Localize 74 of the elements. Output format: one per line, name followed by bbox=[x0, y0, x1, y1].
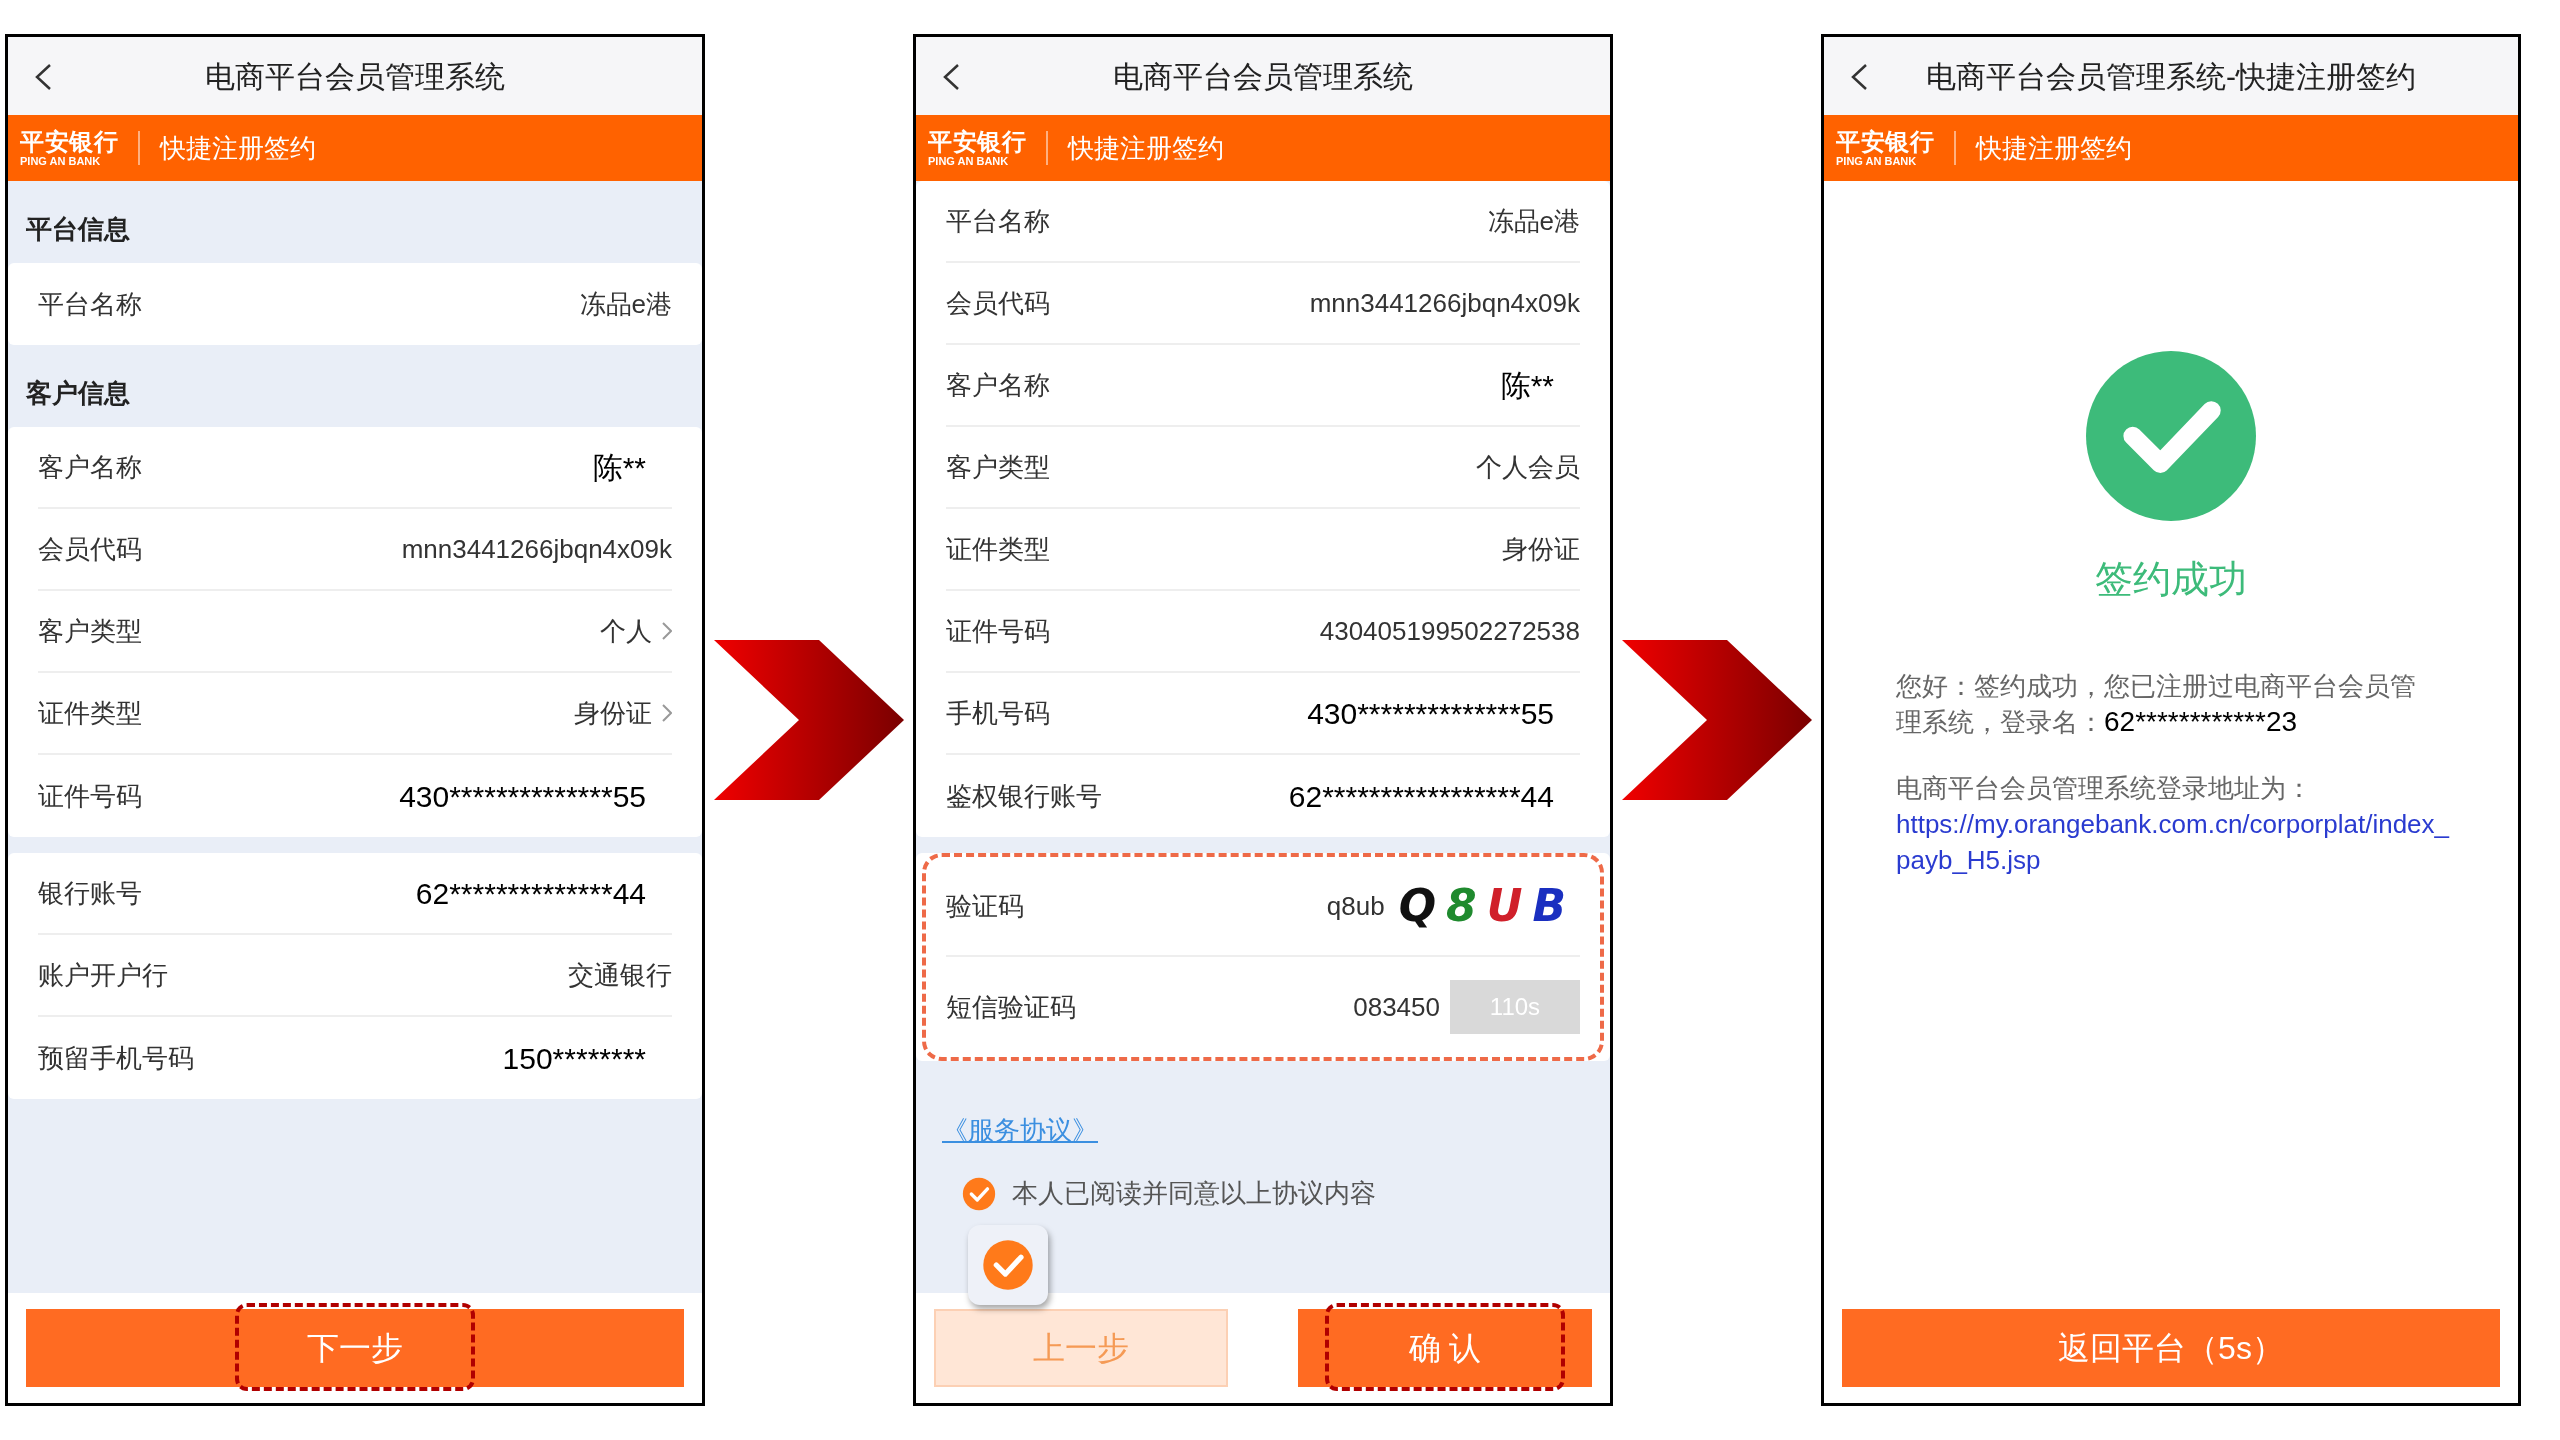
row-label: 预留手机号码 bbox=[38, 1041, 194, 1075]
row-label: 客户类型 bbox=[946, 450, 1050, 484]
bank-logo-subtext: PING AN BANK bbox=[20, 155, 102, 167]
row-label: 会员代码 bbox=[946, 286, 1050, 320]
check-icon[interactable] bbox=[982, 1239, 1034, 1291]
back-icon[interactable] bbox=[34, 63, 52, 91]
row-value: 冻品e港 bbox=[1487, 204, 1580, 238]
primary-button[interactable]: 返回平台（5s） bbox=[1842, 1309, 2500, 1387]
banner-title: 快捷注册签约 bbox=[1068, 131, 1225, 165]
row-label: 银行账号 bbox=[38, 876, 142, 910]
banner-title: 快捷注册签约 bbox=[1976, 131, 2133, 165]
checkbox[interactable] bbox=[962, 1176, 996, 1211]
row-value: 62**************44 bbox=[415, 875, 646, 912]
captcha-character: B bbox=[1532, 884, 1566, 928]
row-label: 客户名称 bbox=[946, 368, 1050, 402]
row-label: 鉴权银行账号 bbox=[946, 779, 1102, 813]
row-label: 账户开户行 bbox=[38, 958, 168, 992]
row-value: 430**************55 bbox=[1307, 695, 1554, 732]
banner-title: 快捷注册签约 bbox=[160, 131, 317, 165]
row-value: 430**************55 bbox=[399, 778, 646, 815]
bank-logo-text: 平安银行 bbox=[928, 129, 1027, 154]
row-label: 短信验证码 bbox=[946, 990, 1076, 1024]
row-label: 证件类型 bbox=[946, 532, 1050, 566]
address-label: 电商平台会员管理系统登录地址为： bbox=[1896, 772, 2313, 805]
chevron-right-icon[interactable] bbox=[662, 622, 672, 640]
row-label: 会员代码 bbox=[38, 532, 142, 566]
bank-logo-text: 平安银行 bbox=[1836, 129, 1935, 154]
row-value: 陈** bbox=[1500, 367, 1554, 404]
row-value: q8ub bbox=[1326, 889, 1385, 923]
row-value: 150******** bbox=[502, 1040, 646, 1077]
row-label: 平台名称 bbox=[946, 204, 1050, 238]
row-label: 客户类型 bbox=[38, 614, 142, 648]
row-label: 手机号码 bbox=[946, 696, 1050, 730]
back-icon[interactable] bbox=[942, 63, 960, 91]
captcha-character: U bbox=[1486, 884, 1523, 928]
row-value: 个人会员 bbox=[1476, 450, 1580, 484]
previous-button[interactable]: 上一步 bbox=[934, 1309, 1228, 1387]
window-title: 电商平台会员管理系统 bbox=[1113, 58, 1413, 95]
captcha-character: 8 bbox=[1446, 884, 1477, 928]
section-heading: 客户信息 bbox=[26, 376, 130, 410]
row-value: 交通银行 bbox=[568, 958, 672, 992]
bank-logo-text: 平安银行 bbox=[20, 129, 119, 154]
captcha-character: Q bbox=[1398, 884, 1437, 928]
row-value: 冻品e港 bbox=[579, 287, 672, 321]
row-label: 验证码 bbox=[946, 889, 1024, 923]
login-url-link[interactable]: https://my.orangebank.com.cn/corporplat/index_payb_H5.jsp bbox=[1896, 806, 2456, 878]
service-agreement-link[interactable]: 《服务协议》 bbox=[942, 1111, 1098, 1150]
success-message: 您好：签约成功，您已注册过电商平台会员管理系统，登录名：62************23 bbox=[1896, 670, 2417, 739]
row-value: 身份证 bbox=[1502, 532, 1580, 566]
chevron-arrow-icon bbox=[1622, 640, 1812, 800]
row-value: 430405199502272538 bbox=[1319, 614, 1580, 648]
row-label: 平台名称 bbox=[38, 287, 142, 321]
row-label: 证件类型 bbox=[38, 696, 142, 730]
row-value: 62*****************44 bbox=[1288, 778, 1554, 815]
row-value: mnn3441266jbqn4x09k bbox=[401, 532, 672, 566]
success-check-icon bbox=[2086, 351, 2256, 521]
section-heading: 平台信息 bbox=[26, 212, 130, 246]
agreement-text: 本人已阅读并同意以上协议内容 bbox=[1012, 1177, 1376, 1210]
chevron-arrow-icon bbox=[714, 640, 904, 800]
window-title: 电商平台会员管理系统 bbox=[205, 58, 505, 95]
row-value: 083450 bbox=[1353, 990, 1440, 1024]
row-label: 客户名称 bbox=[38, 450, 142, 484]
row-value: 身份证 bbox=[574, 696, 652, 730]
row-value: 陈** bbox=[592, 449, 646, 486]
back-icon[interactable] bbox=[1850, 63, 1868, 91]
row-value: 个人 bbox=[600, 614, 652, 648]
row-label: 证件号码 bbox=[38, 779, 142, 813]
chevron-right-icon[interactable] bbox=[662, 704, 672, 722]
bank-logo-subtext: PING AN BANK bbox=[928, 155, 1010, 167]
window-title: 电商平台会员管理系统-快捷注册签约 bbox=[1926, 58, 2416, 95]
bank-logo-subtext: PING AN BANK bbox=[1836, 155, 1918, 167]
success-status: 签约成功 bbox=[2095, 557, 2247, 602]
row-value: mnn3441266jbqn4x09k bbox=[1309, 286, 1580, 320]
row-label: 证件号码 bbox=[946, 614, 1050, 648]
